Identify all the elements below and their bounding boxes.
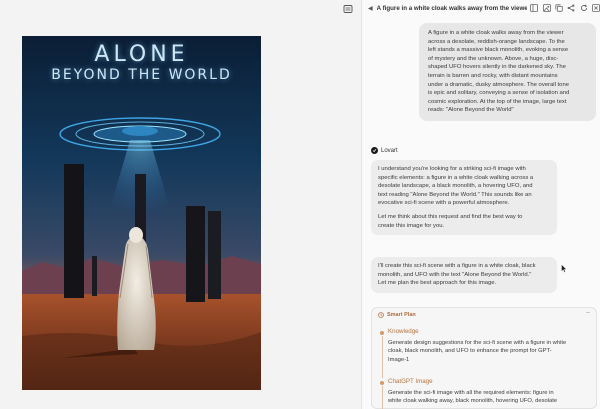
message-line: I'll create this sci-fi scene with a fig… xyxy=(378,263,536,269)
copy-icon[interactable] xyxy=(554,3,564,14)
step-line: white cloak walking away, black monolith… xyxy=(388,398,558,405)
step-line: Generate design suggestions for the sci-… xyxy=(388,340,567,346)
poster-title-line2: BEYOND THE WORLD xyxy=(51,67,232,83)
message-line: across a desolate, reddish-orange landsc… xyxy=(428,38,565,45)
smart-plan-card[interactable]: Smart Plan − Knowledge Generate design s… xyxy=(371,307,597,409)
poster-title-line1: ALONE xyxy=(94,42,189,67)
generated-poster-image[interactable]: ALONE BEYOND THE WORLD xyxy=(22,36,261,390)
canvas-pane: ALONE BEYOND THE WORLD xyxy=(0,0,361,409)
message-line: evocative sci-fi scene with a powerful a… xyxy=(378,200,510,207)
message-line: desolate landscape, a black monolith, a … xyxy=(378,183,533,190)
share-icon[interactable] xyxy=(566,3,576,14)
step-line: cloak, black monolith, and UFO to enhanc… xyxy=(388,348,552,355)
message-line: Let me think about this request and find… xyxy=(378,213,523,220)
message-line: Let me plan the best approach for this i… xyxy=(378,280,497,287)
hide-panel-icon[interactable] xyxy=(529,3,539,14)
message-line: cosmic exploration. At the top of the im… xyxy=(428,98,567,105)
step-connector xyxy=(381,336,383,378)
step-dot-icon xyxy=(380,381,384,385)
step-connector xyxy=(381,386,383,409)
close-icon[interactable] xyxy=(591,3,600,14)
message-line: shaped UFO hovers silently in the darken… xyxy=(428,64,566,71)
message-line: reads: "Alone Beyond the World" xyxy=(428,107,514,114)
chat-header: ◀ A figure in a white cloak walks away f… xyxy=(362,0,600,16)
assistant-message: I'll create this sci-fi scene with a fig… xyxy=(371,257,557,293)
plan-icon xyxy=(378,312,384,318)
message-line: left stands a massive black monolith, ev… xyxy=(428,47,569,54)
step-title[interactable]: ChatGPT Image xyxy=(388,378,433,385)
message-line: specific elements: a figure in a white c… xyxy=(378,174,534,181)
plan-header[interactable]: Smart Plan xyxy=(378,312,416,318)
step-description: Generate the sci-fi image with all the r… xyxy=(388,389,594,406)
message-line: A figure in a white cloak walks away fro… xyxy=(428,30,564,36)
message-line: of mystery and the unknown. Above, a hug… xyxy=(428,55,559,62)
chat-panel: ◀ A figure in a white cloak walks away f… xyxy=(361,0,600,409)
assistant-name: Lovart xyxy=(381,147,398,154)
step-line: Image-1 xyxy=(388,356,410,363)
collapse-chevron-icon[interactable]: ◀ xyxy=(368,5,373,12)
step-line: Generate the sci-fi image with all the r… xyxy=(388,390,554,396)
layers-icon[interactable] xyxy=(341,2,355,16)
assistant-avatar-icon xyxy=(371,147,378,154)
message-line: create this image for you. xyxy=(378,222,445,229)
step-description: Generate design suggestions for the sci-… xyxy=(388,339,594,364)
message-line: text reading "Alone Beyond the World." T… xyxy=(378,191,532,198)
message-line: under a dramatic, dusky atmosphere. The … xyxy=(428,81,570,88)
user-message: A figure in a white cloak walks away fro… xyxy=(419,23,596,121)
image-icon[interactable] xyxy=(541,3,551,14)
message-line: is epic and solitary, conveying a sense … xyxy=(428,90,570,97)
message-line: I understand you're looking for a striki… xyxy=(378,166,526,172)
plan-header-label: Smart Plan xyxy=(387,312,416,318)
assistant-sender: Lovart xyxy=(371,147,398,154)
collapse-plan-button[interactable]: − xyxy=(586,310,590,317)
step-dot-icon xyxy=(380,331,384,335)
message-line: monolith, and UFO with the text "Alone B… xyxy=(378,271,532,278)
mouse-cursor-icon xyxy=(561,260,567,273)
chat-title[interactable]: A figure in a white cloak walks away fro… xyxy=(377,5,527,12)
message-line: terrain is barren and rocky, with distan… xyxy=(428,72,558,79)
assistant-message: I understand you're looking for a striki… xyxy=(371,160,557,236)
step-title[interactable]: Knowledge xyxy=(388,328,419,335)
refresh-icon[interactable] xyxy=(578,3,588,14)
